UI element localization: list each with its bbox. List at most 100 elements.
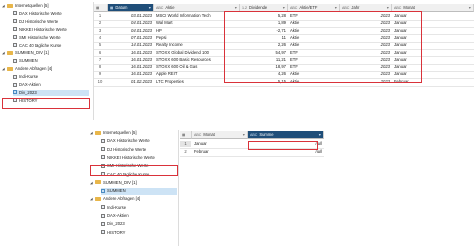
row-number[interactable]: 1	[94, 13, 106, 19]
type-icon[interactable]: 1.2	[242, 6, 247, 10]
row-divider	[180, 156, 324, 157]
query-item-12[interactable]: HISTORY	[101, 230, 125, 237]
table-cell-monat[interactable]: Januar	[194, 141, 246, 147]
column-header-label: Monat	[403, 5, 415, 10]
bottom-panel: ◢ Internetquellen [5] DAX Historische Wert…	[88, 128, 328, 248]
query-group-0[interactable]: ◢ Internetquellen [5]	[90, 130, 137, 137]
query-item-7[interactable]: SUMMEN	[13, 58, 38, 65]
table-icon	[13, 58, 17, 63]
query-item-1[interactable]: DAX Historische Werte	[101, 138, 150, 145]
folder-icon	[7, 50, 13, 55]
query-label: SUMMEN	[107, 188, 126, 194]
table-icon	[13, 19, 17, 24]
row-number[interactable]: 2	[180, 149, 191, 155]
row-number[interactable]: 1	[180, 141, 191, 148]
table-cell-datum[interactable]: 14.01.2023	[110, 42, 152, 48]
query-item-5[interactable]: CAC 40 tägliche Kurse	[13, 43, 61, 50]
table-icon	[13, 82, 17, 87]
filter-dropdown-icon[interactable]: ▼	[148, 4, 151, 11]
table-cell-monat[interactable]: Februar	[194, 149, 246, 155]
query-label: CAC 40 tägliche Kurse	[19, 42, 62, 48]
row-number[interactable]: 10	[94, 79, 106, 85]
table-cell-datum[interactable]: 16.01.2023	[110, 71, 152, 77]
type-icon[interactable]: ABC	[342, 6, 349, 10]
query-label: DJ Historische Werte	[19, 18, 59, 24]
type-icon[interactable]: ABC	[290, 6, 297, 10]
bottom-query-tree: ◢ Internetquellen [5] DAX Historische Wert…	[90, 130, 180, 246]
folder-icon	[7, 66, 13, 71]
type-icon[interactable]: ABC	[394, 6, 401, 10]
table-cell-datum[interactable]: 16.01.2023	[110, 64, 152, 70]
row-number[interactable]: 7	[94, 57, 106, 63]
filter-dropdown-icon[interactable]: ▼	[242, 131, 245, 138]
row-number[interactable]: 2	[94, 20, 106, 26]
folder-icon	[95, 180, 101, 185]
filter-dropdown-icon[interactable]: ▼	[468, 4, 471, 11]
type-icon[interactable]: ABC	[194, 133, 201, 137]
row-number[interactable]: 4	[94, 35, 106, 41]
row-number[interactable]: 3	[94, 28, 106, 34]
query-group-0[interactable]: ◢ Internetquellen [5]	[2, 3, 49, 10]
query-item-2[interactable]: DJ Historische Werte	[13, 19, 58, 26]
table-icon	[13, 74, 17, 79]
row-number[interactable]: 5	[94, 42, 106, 48]
highlight-box-summe-null	[248, 141, 318, 150]
query-label: DAX-Aktien	[19, 82, 41, 87]
table-icon	[101, 230, 105, 235]
grid-corner-table-icon[interactable]: ▦	[180, 131, 192, 139]
type-icon[interactable]: ABC	[156, 6, 163, 10]
table-cell-datum[interactable]: 04.01.2023	[110, 28, 152, 34]
table-cell-datum[interactable]: 16.01.2023	[110, 50, 152, 56]
type-icon[interactable]: ABC	[250, 133, 257, 137]
query-label: SUMMEN	[19, 58, 38, 64]
filter-dropdown-icon[interactable]: ▼	[318, 131, 321, 138]
query-item-7[interactable]: SUMMEN	[101, 188, 177, 195]
column-header-label: Aktie	[165, 5, 175, 10]
column-header-label: Aktie/ETF	[299, 5, 318, 10]
query-item-4[interactable]: SMI Historische Werte	[13, 35, 61, 42]
column-header-label: Dividende	[249, 5, 268, 10]
row-number[interactable]: 9	[94, 71, 106, 77]
column-header-summe[interactable]: ABC Summe ▼	[248, 131, 324, 139]
query-label: DAX-Aktien	[107, 213, 129, 218]
query-group-6[interactable]: ◢ SUMMEN_DIV [1]	[90, 180, 137, 187]
column-header-monat[interactable]: ABC Monat ▼	[192, 131, 248, 139]
table-icon	[101, 188, 105, 193]
query-item-2[interactable]: DJ Historische Werte	[101, 147, 146, 154]
table-icon	[13, 43, 17, 47]
table-icon	[13, 35, 17, 40]
query-item-10[interactable]: DAX-Aktien	[13, 82, 41, 89]
table-icon	[101, 138, 105, 143]
query-item-3[interactable]: NIKKEI Historische Werte	[13, 27, 67, 34]
query-item-9[interactable]: Indi-Kurse	[101, 205, 126, 212]
query-item-11[interactable]: Div_2023	[13, 89, 89, 97]
query-group-6[interactable]: ◢ SUMMEN_DIV [1]	[2, 50, 49, 57]
table-icon	[101, 213, 105, 218]
column-header-label: Monat	[203, 132, 215, 137]
query-group-8[interactable]: ◢ Andere Abfragen [4]	[90, 196, 140, 203]
query-label: Internetquellen [5]	[15, 3, 49, 8]
query-label: SUMMEN_DIV [1]	[15, 50, 49, 56]
table-icon	[101, 155, 105, 160]
row-number[interactable]: 8	[94, 64, 106, 70]
highlight-box-div2023	[2, 98, 90, 109]
calendar-icon[interactable]: ▦	[110, 6, 113, 10]
query-item-10[interactable]: DAX-Aktien	[101, 213, 129, 220]
table-cell-datum[interactable]: 03.01.2023	[110, 13, 152, 19]
query-item-9[interactable]: Indi-Kurse	[13, 74, 38, 81]
table-cell-datum[interactable]: 01.02.2023	[110, 79, 152, 85]
table-cell-datum[interactable]: 04.01.2023	[110, 20, 152, 26]
query-item-11[interactable]: Div_2023	[101, 221, 125, 228]
table-cell-datum[interactable]: 07.01.2023	[110, 35, 152, 41]
grid-corner-table-icon[interactable]: ▦	[94, 4, 108, 12]
row-number[interactable]: 6	[94, 50, 106, 56]
row-divider	[94, 85, 474, 86]
query-label: Andere Abfragen [4]	[103, 196, 141, 202]
query-label: HISTORY	[107, 229, 126, 235]
query-item-1[interactable]: DAX Historische Werte	[13, 11, 62, 18]
column-header-label: Jahr	[351, 5, 360, 10]
table-cell-datum[interactable]: 16.01.2023	[110, 57, 152, 63]
query-group-8[interactable]: ◢ Andere Abfragen [4]	[2, 66, 52, 73]
query-item-3[interactable]: NIKKEI Historische Werte	[101, 155, 155, 162]
column-header-datum[interactable]: ▦ Datum ▼	[108, 4, 154, 12]
